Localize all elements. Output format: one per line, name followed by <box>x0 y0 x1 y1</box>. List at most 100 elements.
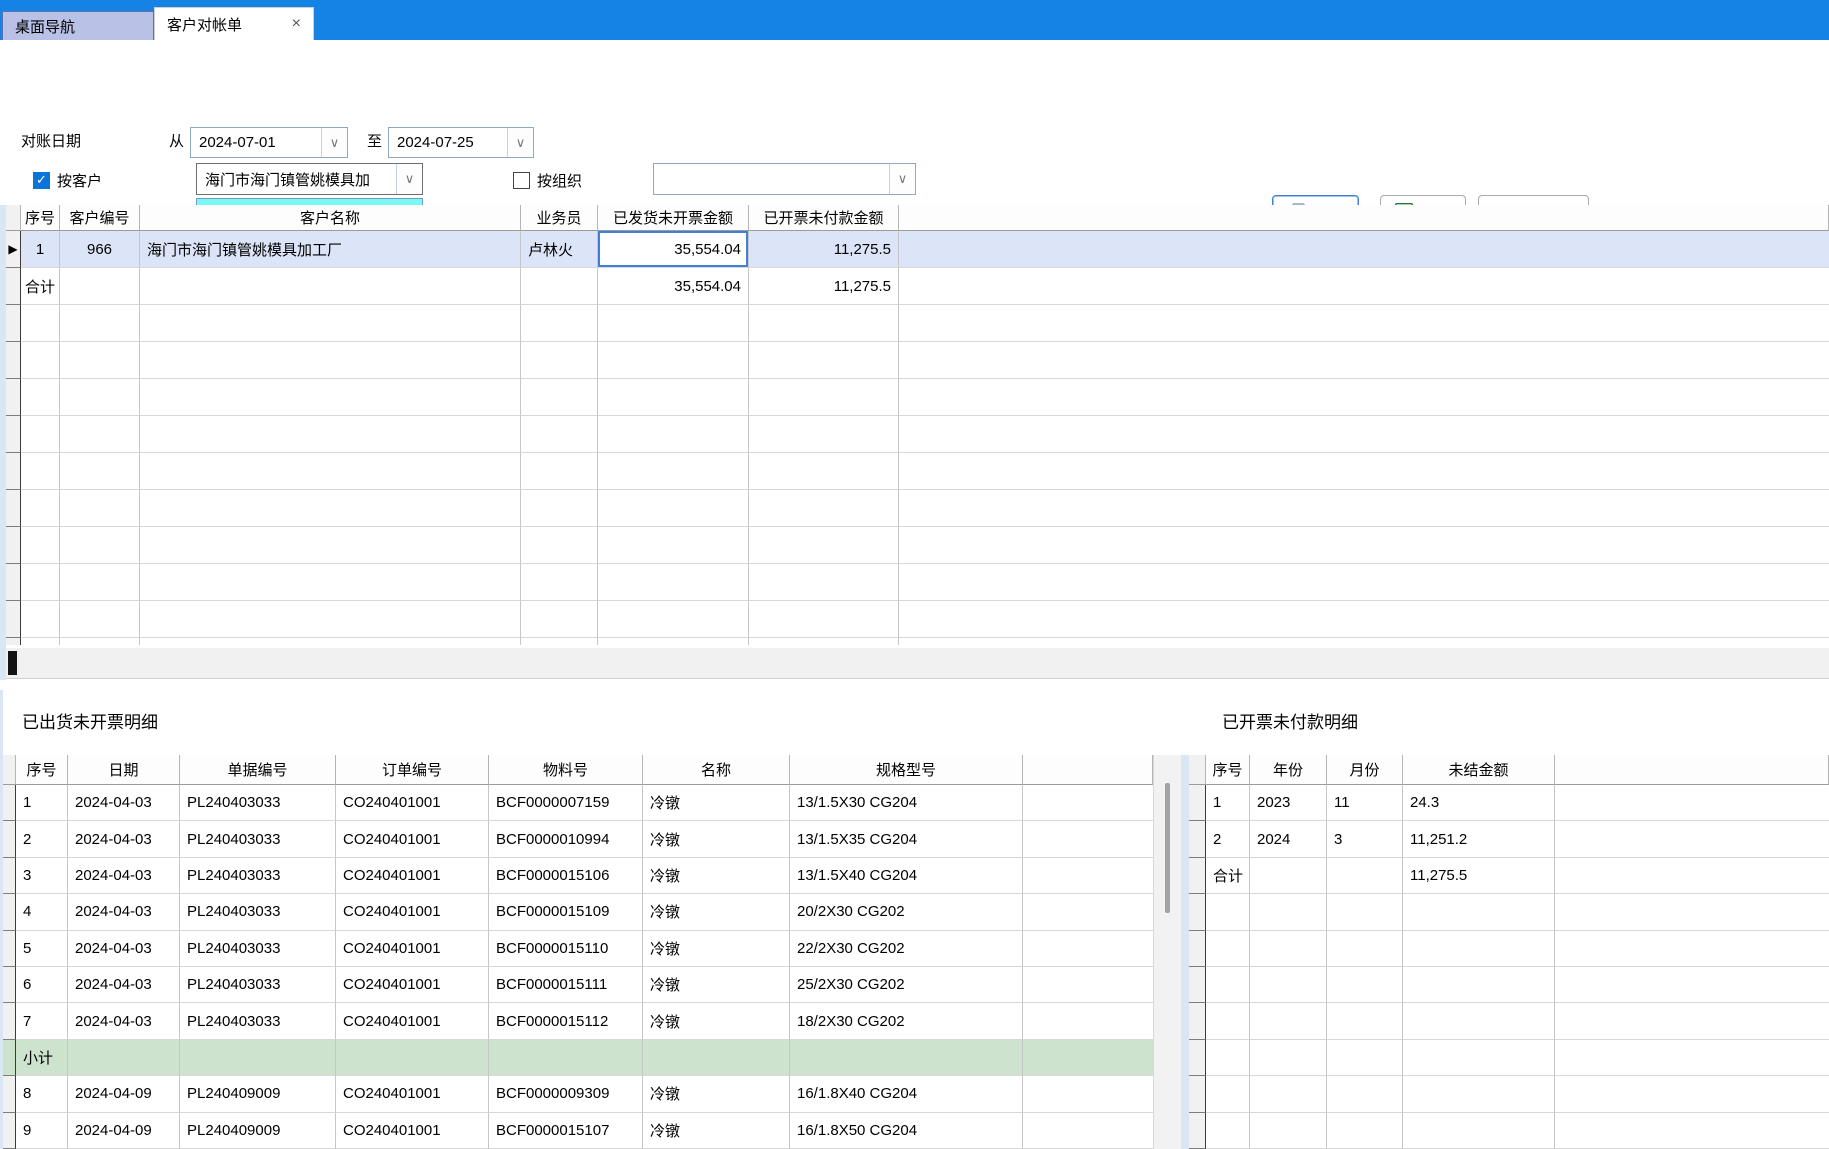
shipped-not-invoiced-table[interactable]: 序号日期单据编号订单编号物料号名称规格型号12024-04-03PL240403… <box>3 755 1153 1149</box>
row-selector[interactable] <box>3 1076 16 1112</box>
cell[interactable]: 11,275.5 <box>749 231 899 268</box>
cell[interactable]: BCF0000007159 <box>489 785 643 821</box>
table-row[interactable] <box>1189 1113 1829 1149</box>
cell[interactable] <box>790 1040 1023 1076</box>
table-row[interactable] <box>6 416 1829 453</box>
row-selector[interactable] <box>6 527 21 564</box>
cell[interactable]: 小计 <box>16 1040 68 1076</box>
cell[interactable]: BCF0000015106 <box>489 858 643 894</box>
cell[interactable]: CO240401001 <box>336 967 489 1003</box>
cell[interactable]: 16/1.8X50 CG204 <box>790 1113 1023 1149</box>
cell[interactable]: 2023 <box>1250 785 1327 821</box>
close-tab-icon[interactable]: × <box>278 16 301 32</box>
table-row[interactable] <box>1189 894 1829 930</box>
cell[interactable]: 卢林火 <box>521 231 598 268</box>
cell[interactable]: PL240403033 <box>180 967 336 1003</box>
column-header[interactable]: 月份 <box>1327 755 1403 785</box>
cell[interactable]: 13/1.5X40 CG204 <box>790 858 1023 894</box>
table-row[interactable] <box>1189 967 1829 1003</box>
cell[interactable]: 2024-04-03 <box>68 821 180 857</box>
cell[interactable] <box>68 1040 180 1076</box>
cell[interactable]: PL240403033 <box>180 894 336 930</box>
table-row[interactable]: 合计35,554.0411,275.5 <box>6 268 1829 305</box>
cell[interactable]: 13/1.5X30 CG204 <box>790 785 1023 821</box>
cell[interactable]: 冷镦 <box>643 967 790 1003</box>
cell[interactable]: 3 <box>1327 821 1403 857</box>
row-selector[interactable] <box>1189 785 1206 821</box>
tab-desktop-navigation[interactable]: 桌面导航 <box>2 11 154 40</box>
shipped-table-vscrollbar[interactable] <box>1153 755 1181 1149</box>
table-row[interactable]: 42024-04-03PL240403033CO240401001BCF0000… <box>3 894 1153 930</box>
hscrollbar-thumb[interactable] <box>8 651 17 675</box>
cell[interactable]: BCF0000015111 <box>489 967 643 1003</box>
cell[interactable]: CO240401001 <box>336 931 489 967</box>
cell[interactable]: 冷镦 <box>643 821 790 857</box>
column-header[interactable]: 日期 <box>68 755 180 785</box>
cell[interactable]: PL240409009 <box>180 1076 336 1112</box>
table-row[interactable] <box>6 564 1829 601</box>
table-row[interactable]: 合计11,275.5 <box>1189 858 1829 894</box>
table-row[interactable]: 62024-04-03PL240403033CO240401001BCF0000… <box>3 967 1153 1003</box>
cell[interactable]: 2024-04-03 <box>68 931 180 967</box>
cell[interactable]: 22/2X30 CG202 <box>790 931 1023 967</box>
cell[interactable]: 9 <box>16 1113 68 1149</box>
table-row[interactable] <box>6 527 1829 564</box>
cell[interactable] <box>1250 858 1327 894</box>
customer-summary-table[interactable]: 序号客户编号客户名称业务员已发货未开票金额已开票未付款金额▶1966海门市海门镇… <box>6 205 1829 645</box>
table-row[interactable]: 120231124.3 <box>1189 785 1829 821</box>
cell[interactable]: CO240401001 <box>336 1076 489 1112</box>
cell[interactable] <box>1327 858 1403 894</box>
cell[interactable]: 1 <box>1206 785 1250 821</box>
row-selector[interactable] <box>1189 1113 1206 1149</box>
cell[interactable]: 2024-04-03 <box>68 1003 180 1039</box>
cell[interactable]: 冷镦 <box>643 931 790 967</box>
main-table-hscrollbar[interactable] <box>6 648 1829 679</box>
cell[interactable]: PL240403033 <box>180 858 336 894</box>
cell[interactable]: 1 <box>16 785 68 821</box>
cell[interactable]: 冷镦 <box>643 785 790 821</box>
row-selector[interactable] <box>3 1113 16 1149</box>
cell[interactable]: PL240409009 <box>180 1113 336 1149</box>
cell[interactable]: 2 <box>16 821 68 857</box>
table-row[interactable] <box>1189 931 1829 967</box>
row-selector[interactable] <box>1189 858 1206 894</box>
row-selector[interactable] <box>3 1003 16 1039</box>
cell[interactable]: CO240401001 <box>336 858 489 894</box>
cell[interactable]: BCF0000009309 <box>489 1076 643 1112</box>
row-selector[interactable] <box>6 453 21 490</box>
cell[interactable] <box>180 1040 336 1076</box>
subtotal-row[interactable]: 小计 <box>3 1040 1153 1076</box>
table-row[interactable]: 82024-04-09PL240409009CO240401001BCF0000… <box>3 1076 1153 1112</box>
table-row[interactable] <box>1189 1003 1829 1039</box>
table-row[interactable] <box>6 342 1829 379</box>
column-header[interactable]: 名称 <box>643 755 790 785</box>
cell[interactable] <box>489 1040 643 1076</box>
row-selector[interactable] <box>6 342 21 379</box>
cell[interactable]: 18/2X30 CG202 <box>790 1003 1023 1039</box>
table-row[interactable] <box>6 305 1829 342</box>
row-selector[interactable] <box>3 1040 16 1076</box>
cell[interactable]: 6 <box>16 967 68 1003</box>
row-selector[interactable] <box>1189 1040 1206 1076</box>
row-selector[interactable] <box>1189 967 1206 1003</box>
cell[interactable]: 合计 <box>21 268 60 305</box>
table-row[interactable]: 22024-04-03PL240403033CO240401001BCF0000… <box>3 821 1153 857</box>
cell[interactable] <box>643 1040 790 1076</box>
column-header[interactable]: 序号 <box>16 755 68 785</box>
cell[interactable]: 7 <box>16 1003 68 1039</box>
cell[interactable]: PL240403033 <box>180 1003 336 1039</box>
cell[interactable]: 冷镦 <box>643 858 790 894</box>
cell[interactable]: PL240403033 <box>180 785 336 821</box>
cell[interactable]: BCF0000015110 <box>489 931 643 967</box>
table-row[interactable]: ▶1966海门市海门镇管姚模具加工厂卢林火35,554.0411,275.5 <box>6 231 1829 268</box>
cell[interactable] <box>521 268 598 305</box>
cell[interactable]: 8 <box>16 1076 68 1112</box>
table-row[interactable]: 52024-04-03PL240403033CO240401001BCF0000… <box>3 931 1153 967</box>
row-selector[interactable] <box>6 638 21 645</box>
cell[interactable]: 24.3 <box>1403 785 1555 821</box>
row-selector[interactable] <box>6 268 21 305</box>
cell[interactable]: 11 <box>1327 785 1403 821</box>
table-row[interactable]: 72024-04-03PL240403033CO240401001BCF0000… <box>3 1003 1153 1039</box>
cell[interactable]: 5 <box>16 931 68 967</box>
column-header[interactable]: 客户名称 <box>140 205 521 231</box>
